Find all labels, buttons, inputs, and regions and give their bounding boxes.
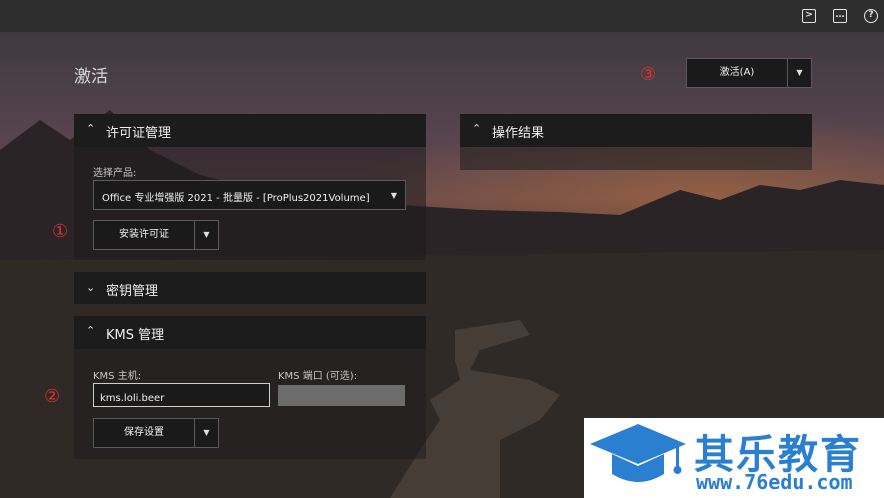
- watermark: 其乐教育 www.76edu.com: [584, 418, 884, 498]
- chevron-up-icon: ⌃: [86, 122, 96, 135]
- kms-port-input: [278, 385, 405, 406]
- activate-split-button[interactable]: 激活(A) ▼: [686, 58, 812, 88]
- help-icon[interactable]: ?: [864, 9, 878, 23]
- result-panel-header[interactable]: ⌃ 操作结果: [460, 114, 812, 147]
- chevron-down-icon: ▼: [390, 191, 397, 200]
- terminal-icon[interactable]: >: [802, 9, 816, 23]
- license-panel-header[interactable]: ⌃ 许可证管理: [74, 114, 426, 147]
- kms-panel-header[interactable]: ⌃ KMS 管理: [74, 316, 426, 349]
- install-license-split-button[interactable]: 安装许可证 ▼: [93, 220, 219, 250]
- graduation-cap-icon: [590, 424, 686, 482]
- chevron-up-icon: ⌃: [472, 122, 482, 135]
- chevron-down-icon[interactable]: ▼: [194, 418, 219, 448]
- title-bar: > … ?: [0, 0, 884, 32]
- kms-host-input[interactable]: [93, 383, 270, 407]
- license-panel: ⌃ 许可证管理 选择产品: Office 专业增强版 2021 - 批量版 - …: [74, 114, 426, 260]
- step-marker-3: ③: [640, 64, 657, 85]
- watermark-url: www.76edu.com: [696, 470, 853, 494]
- save-settings-split-button[interactable]: 保存设置 ▼: [93, 418, 219, 448]
- key-panel: ⌄ 密钥管理: [74, 272, 426, 304]
- chevron-down-icon: ⌄: [86, 281, 96, 294]
- feedback-icon[interactable]: …: [833, 9, 847, 23]
- key-panel-header[interactable]: ⌄ 密钥管理: [74, 272, 426, 304]
- activate-button[interactable]: 激活(A): [686, 58, 787, 88]
- result-panel: ⌃ 操作结果: [460, 114, 812, 170]
- kms-port-label: KMS 端口 (可选):: [278, 371, 358, 382]
- step-marker-1: ①: [52, 221, 69, 242]
- chevron-down-icon[interactable]: ▼: [787, 58, 812, 88]
- kms-panel-title: KMS 管理: [106, 328, 165, 343]
- page-title: 激活: [74, 67, 108, 87]
- chevron-up-icon: ⌃: [86, 324, 96, 337]
- product-select[interactable]: Office 专业增强版 2021 - 批量版 - [ProPlus2021Vo…: [93, 180, 406, 210]
- product-label: 选择产品:: [93, 168, 137, 179]
- kms-panel: ⌃ KMS 管理 KMS 主机: KMS 端口 (可选): 保存设置 ▼: [74, 316, 426, 459]
- result-panel-title: 操作结果: [492, 126, 545, 141]
- license-panel-title: 许可证管理: [106, 126, 172, 141]
- install-license-button[interactable]: 安装许可证: [93, 220, 194, 250]
- save-settings-button[interactable]: 保存设置: [93, 418, 194, 448]
- chevron-down-icon[interactable]: ▼: [194, 220, 219, 250]
- step-marker-2: ②: [44, 386, 61, 407]
- key-panel-title: 密钥管理: [106, 284, 159, 299]
- kms-host-label: KMS 主机:: [93, 371, 142, 382]
- product-select-value: Office 专业增强版 2021 - 批量版 - [ProPlus2021Vo…: [102, 193, 370, 204]
